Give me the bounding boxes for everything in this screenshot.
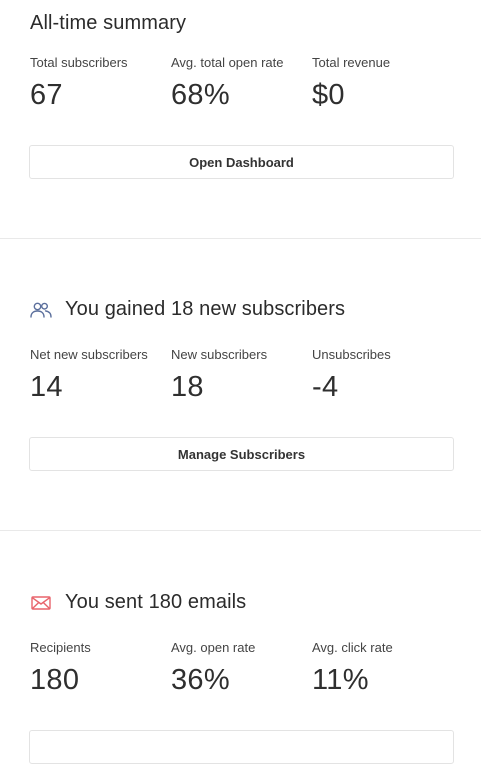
stat-value: 68% bbox=[171, 79, 230, 111]
stat-label: Total revenue bbox=[312, 55, 391, 70]
summary-title-row: All-time summary bbox=[30, 12, 186, 35]
stat-label: Unsubscribes bbox=[312, 347, 391, 362]
stat-label: Net new subscribers bbox=[30, 347, 148, 362]
emails-title: You sent 180 emails bbox=[65, 591, 247, 613]
summary-stats: Total subscribers 67 Avg. total open rat… bbox=[30, 55, 453, 112]
emails-title-row: You sent 180 emails bbox=[30, 591, 246, 614]
stat-new-subscribers: New subscribers 18 bbox=[171, 347, 312, 404]
stat-value: 180 bbox=[30, 664, 80, 696]
stat-avg-total-open-rate: Avg. total open rate 68% bbox=[171, 55, 312, 112]
emails-stats: Recipients 180 Avg. open rate 36% Avg. c… bbox=[30, 640, 453, 697]
stat-total-revenue: Total revenue $0 bbox=[312, 55, 453, 112]
summary-title: All-time summary bbox=[30, 12, 187, 34]
stat-value: 11% bbox=[312, 664, 369, 696]
envelope-icon bbox=[30, 594, 52, 612]
stat-label: Avg. open rate bbox=[171, 640, 256, 655]
manage-subscribers-button[interactable]: Manage Subscribers bbox=[29, 437, 454, 471]
stat-label: Recipients bbox=[30, 640, 91, 655]
stat-value: -4 bbox=[312, 371, 339, 403]
stat-total-subscribers: Total subscribers 67 bbox=[30, 55, 171, 112]
users-icon bbox=[30, 301, 52, 319]
stat-value: 18 bbox=[171, 371, 204, 403]
stat-value: $0 bbox=[312, 79, 345, 111]
stat-label: Avg. total open rate bbox=[171, 55, 284, 70]
open-dashboard-button[interactable]: Open Dashboard bbox=[29, 145, 454, 179]
stat-label: Avg. click rate bbox=[312, 640, 393, 655]
stat-value: 14 bbox=[30, 371, 63, 403]
stat-unsubscribes: Unsubscribes -4 bbox=[312, 347, 453, 404]
stat-value: 67 bbox=[30, 79, 63, 111]
stat-label: Total subscribers bbox=[30, 55, 128, 70]
stat-net-new-subscribers: Net new subscribers 14 bbox=[30, 347, 171, 404]
stat-recipients: Recipients 180 bbox=[30, 640, 171, 697]
stat-avg-open-rate: Avg. open rate 36% bbox=[171, 640, 312, 697]
section-divider bbox=[0, 530, 481, 531]
stat-avg-click-rate: Avg. click rate 11% bbox=[312, 640, 453, 697]
subscribers-title: You gained 18 new subscribers bbox=[65, 298, 346, 320]
subscribers-title-row: You gained 18 new subscribers bbox=[30, 298, 345, 321]
subscribers-stats: Net new subscribers 14 New subscribers 1… bbox=[30, 347, 453, 404]
stat-label: New subscribers bbox=[171, 347, 268, 362]
stat-value: 36% bbox=[171, 664, 230, 696]
section-divider bbox=[0, 238, 481, 239]
emails-action-button[interactable] bbox=[29, 730, 454, 764]
